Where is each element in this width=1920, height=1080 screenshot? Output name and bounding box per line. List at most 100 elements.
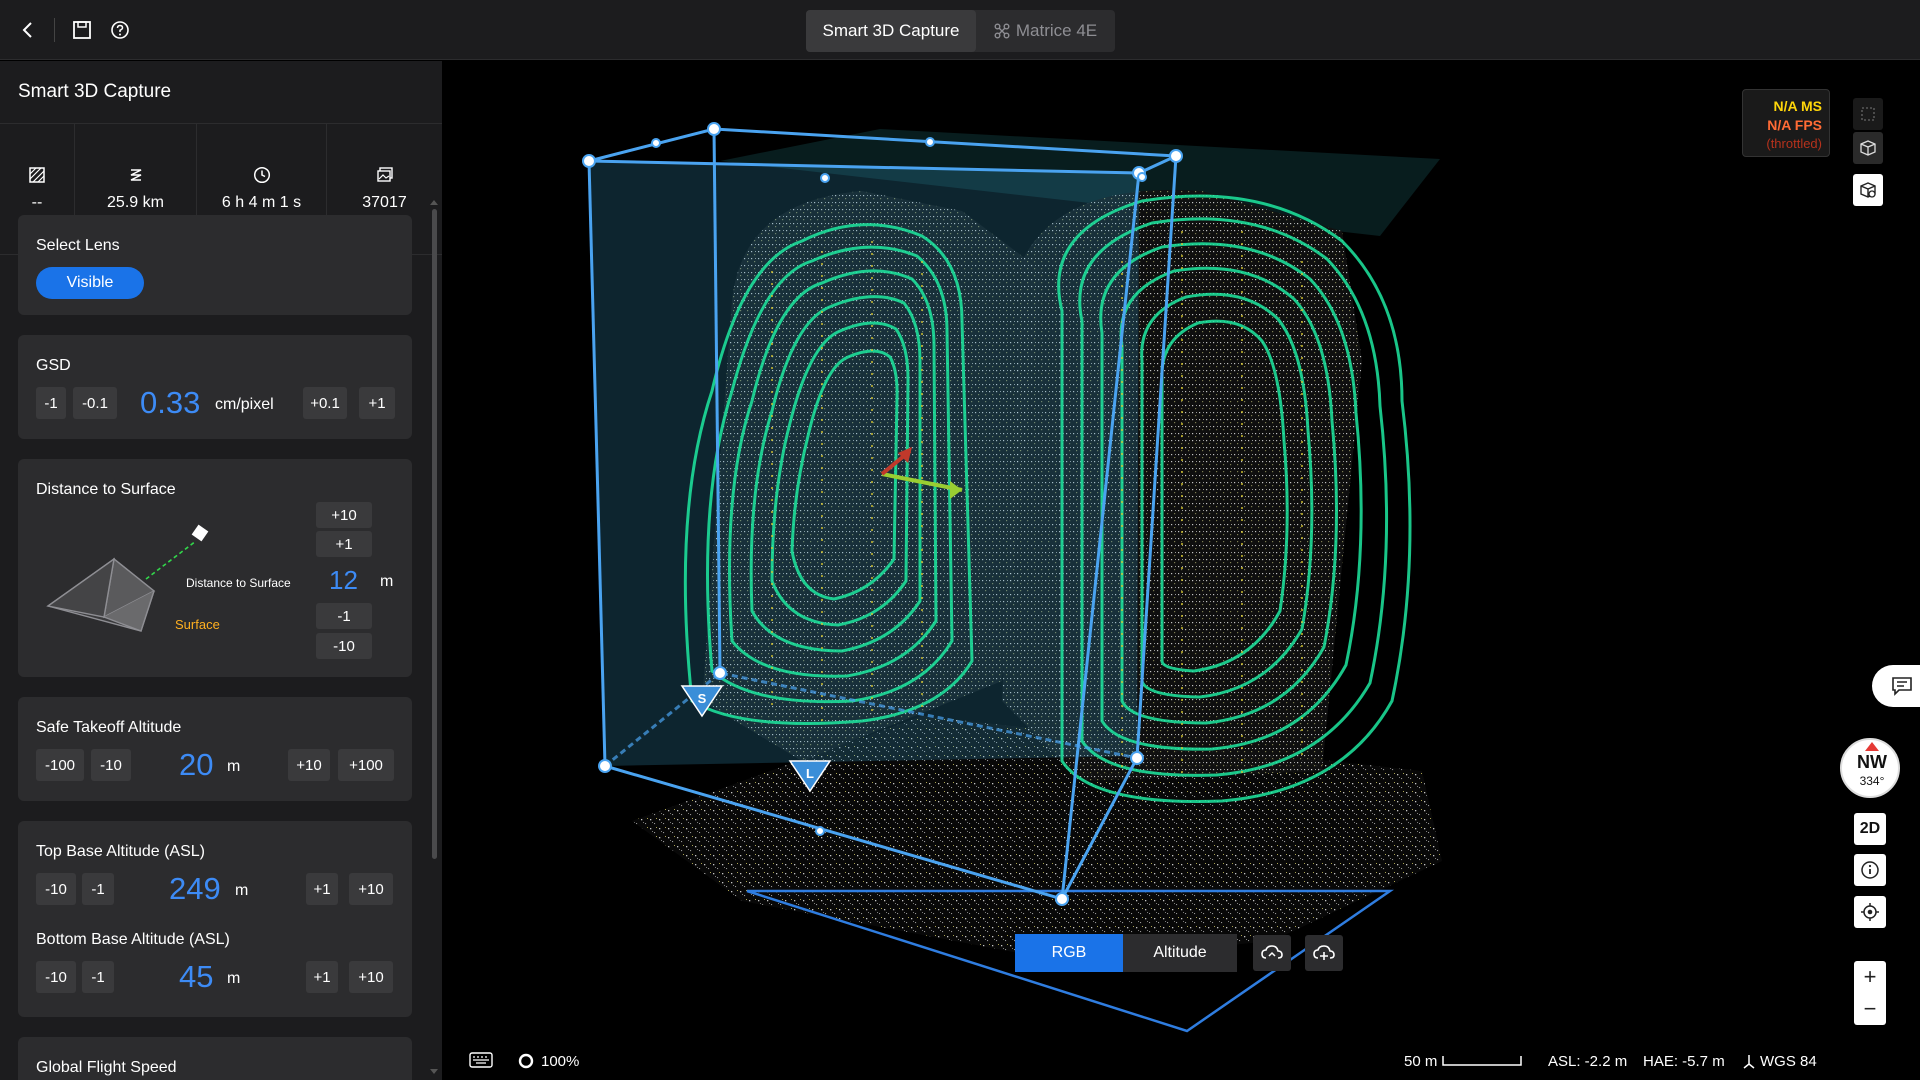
clock-icon — [253, 166, 270, 184]
takeoff-value: 20 — [179, 747, 214, 782]
distance-dec1-button[interactable]: -1 — [316, 603, 372, 629]
perf-fps: N/A FPS — [1767, 117, 1822, 133]
card-title: Bottom Base Altitude (ASL) — [36, 931, 230, 948]
select-area-tool-button[interactable] — [1853, 98, 1883, 130]
gsd-dec01-button[interactable]: -0.1 — [73, 387, 117, 419]
box-front-face — [589, 161, 1139, 766]
edit-box-tool-button[interactable] — [1853, 174, 1883, 206]
bottom-base-value: 45 — [179, 959, 214, 994]
drone-icon — [994, 23, 1010, 39]
gsd-inc1-button[interactable]: +1 — [359, 387, 395, 419]
asl-readout: ASL: -2.2 m — [1548, 1053, 1628, 1070]
area-icon — [29, 167, 45, 183]
north-indicator-icon — [1865, 742, 1879, 751]
chat-icon — [1892, 677, 1912, 696]
locate-button[interactable] — [1854, 896, 1886, 928]
bottom-base-inc10-button[interactable]: +10 — [349, 961, 393, 993]
compass-degrees: 334° — [1859, 774, 1885, 788]
cube-edit-icon — [1860, 182, 1876, 198]
save-icon[interactable] — [68, 16, 96, 44]
card-title: Safe Takeoff Altitude — [36, 719, 182, 736]
info-icon — [1861, 861, 1879, 879]
cube-add-icon — [1860, 140, 1876, 156]
add-box-tool-button[interactable] — [1853, 132, 1883, 164]
rgb-mode-button[interactable]: RGB — [1015, 934, 1123, 972]
distance-inc10-button[interactable]: +10 — [316, 502, 372, 528]
speed-card: Global Flight Speed — [18, 1037, 412, 1080]
stat-value: 6 h 4 m 1 s — [221, 194, 302, 211]
stat-value: 25.9 km — [107, 194, 164, 211]
takeoff-inc10-button[interactable]: +10 — [288, 749, 330, 781]
gsd-inc01-button[interactable]: +0.1 — [303, 387, 347, 419]
bottom-base-inc1-button[interactable]: +1 — [306, 961, 338, 993]
comments-button[interactable] — [1872, 665, 1920, 707]
tab-aircraft[interactable]: Matrice 4E — [976, 10, 1115, 52]
top-base-dec10-button[interactable]: -10 — [36, 873, 76, 905]
takeoff-inc100-button[interactable]: +100 — [338, 749, 394, 781]
tab-label: Smart 3D Capture — [822, 21, 960, 40]
bottom-base-dec10-button[interactable]: -10 — [36, 961, 76, 993]
route-icon — [130, 169, 141, 181]
perf-ms: N/A MS — [1773, 98, 1822, 114]
lens-visible-option[interactable]: Visible — [36, 267, 144, 299]
distance-dec10-button[interactable]: -10 — [316, 633, 372, 659]
distance-value: 12 — [329, 565, 358, 595]
gsd-card: GSD -1 -0.1 0.33 cm/pixel +0.1 +1 — [18, 335, 412, 439]
cloud-upload-button[interactable] — [1305, 935, 1343, 971]
sidebar: Smart 3D Capture -- 25.9 km 6 h 4 m 1 s … — [0, 61, 442, 1080]
top-base-inc10-button[interactable]: +10 — [349, 873, 393, 905]
top-base-unit: m — [235, 882, 249, 899]
cloud-download-button[interactable] — [1253, 935, 1291, 971]
divider — [54, 18, 55, 42]
scrollbar[interactable] — [432, 209, 437, 859]
top-base-inc1-button[interactable]: +1 — [306, 873, 338, 905]
stat-value: 37017 — [362, 194, 407, 211]
datum-label: WGS 84 — [1760, 1053, 1817, 1070]
scroll-down-arrow[interactable] — [430, 1069, 438, 1074]
altitude-mode-button[interactable]: Altitude — [1123, 934, 1237, 972]
back-icon[interactable] — [14, 16, 42, 44]
color-mode-toggle: RGB Altitude — [1015, 934, 1237, 972]
zoom-out-button[interactable]: − — [1854, 993, 1886, 1025]
scene-canvas[interactable]: S L — [442, 61, 1920, 1080]
card-title: Top Base Altitude (ASL) — [36, 843, 205, 860]
opacity-icon[interactable] — [518, 1053, 534, 1069]
card-title: GSD — [36, 357, 71, 374]
takeoff-unit: m — [227, 758, 241, 775]
zoom-in-button[interactable]: + — [1854, 961, 1886, 993]
card-title: Global Flight Speed — [36, 1059, 177, 1076]
takeoff-dec10-button[interactable]: -10 — [91, 749, 131, 781]
scale-label: 50 m — [1404, 1053, 1438, 1070]
cloud-icon — [1261, 945, 1283, 959]
opacity-value: 100% — [541, 1053, 580, 1070]
takeoff-dec100-button[interactable]: -100 — [36, 749, 84, 781]
tab-smart-3d-capture[interactable]: Smart 3D Capture — [806, 10, 976, 52]
scroll-up-arrow[interactable] — [430, 200, 438, 205]
view-mode-2d-button[interactable]: 2D — [1854, 813, 1886, 845]
svg-text:S: S — [698, 691, 707, 706]
keyboard-icon[interactable] — [469, 1052, 493, 1068]
compass-button[interactable]: NW 334° — [1840, 738, 1900, 798]
mode-tabs: Smart 3D Capture Matrice 4E — [806, 10, 1115, 52]
diagram-surface-label: Surface — [175, 617, 220, 632]
gsd-dec1-button[interactable]: -1 — [36, 387, 66, 419]
top-bar: Smart 3D Capture Matrice 4E — [0, 0, 1920, 60]
3d-viewport[interactable]: S L N/A MS N/A FPS (throttled) NW 334° 2… — [442, 61, 1920, 1080]
bottom-base-dec1-button[interactable]: -1 — [82, 961, 114, 993]
top-base-value: 249 — [169, 871, 221, 906]
scale-bar — [1442, 1056, 1522, 1066]
top-base-dec1-button[interactable]: -1 — [82, 873, 114, 905]
distance-inc1-button[interactable]: +1 — [316, 531, 372, 557]
panel-title: Smart 3D Capture — [18, 81, 172, 102]
stat-value: -- — [31, 194, 43, 211]
help-icon[interactable] — [106, 16, 134, 44]
svg-text:L: L — [806, 766, 814, 781]
status-bar: 100% 50 m ASL: -2.2 m HAE: -5.7 m WGS 84 — [442, 1041, 1920, 1080]
compass-direction: NW — [1857, 752, 1887, 772]
gsd-unit: cm/pixel — [215, 396, 274, 413]
hae-readout: HAE: -5.7 m — [1643, 1053, 1725, 1070]
lens-card: Select Lens Visible — [18, 215, 412, 315]
performance-indicator: N/A MS N/A FPS (throttled) — [1742, 89, 1830, 157]
info-button[interactable] — [1854, 854, 1886, 886]
distance-card: Distance to Surface Distance to Surface … — [18, 459, 412, 677]
